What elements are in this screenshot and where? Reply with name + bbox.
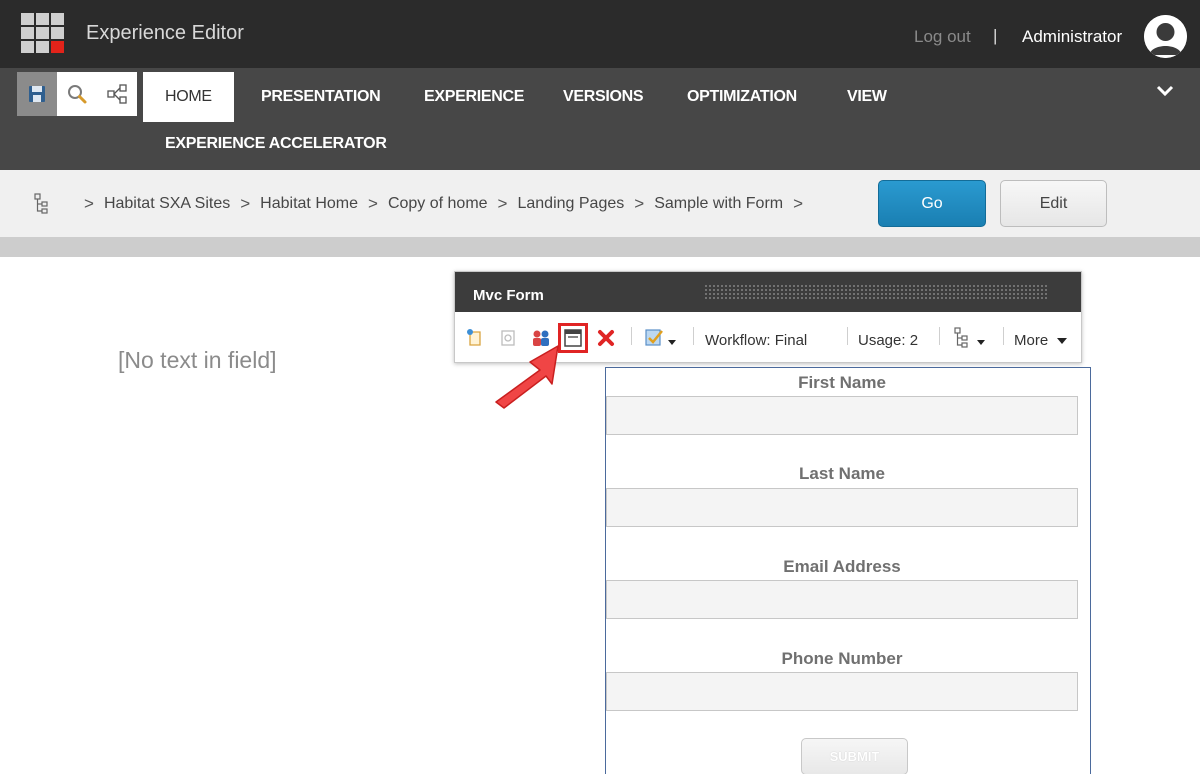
last-name-field[interactable]	[606, 488, 1078, 527]
breadcrumb-item[interactable]: Habitat SXA Sites	[104, 195, 230, 213]
tree-icon	[34, 193, 48, 214]
toolbar-divider	[847, 327, 848, 345]
delete-icon	[598, 330, 614, 346]
workflow-dropdown[interactable]	[644, 327, 678, 349]
sitecore-logo-icon[interactable]	[21, 13, 64, 53]
phone-field[interactable]	[606, 672, 1078, 711]
tab-presentation[interactable]: PRESENTATION	[261, 72, 381, 122]
avatar[interactable]	[1144, 15, 1187, 58]
go-button[interactable]: Go	[878, 180, 986, 227]
breadcrumb-separator[interactable]: >	[793, 194, 803, 214]
insert-button[interactable]	[464, 327, 486, 349]
app-title: Experience Editor	[86, 22, 244, 44]
quick-access-bar	[17, 72, 137, 116]
top-bar: Experience Editor Log out | Administrato…	[0, 0, 1200, 68]
collapse-ribbon-button[interactable]	[1156, 84, 1174, 103]
caret-down-icon	[1057, 338, 1068, 344]
breadcrumb-separator: >	[497, 194, 508, 213]
logout-link[interactable]: Log out	[914, 27, 971, 47]
page-frame-border	[0, 237, 1200, 257]
toolbar-divider	[939, 327, 940, 345]
rendering-name: Mvc Form	[473, 287, 544, 304]
tab-home[interactable]: HOME	[143, 72, 234, 122]
delete-button[interactable]	[595, 327, 617, 349]
breadcrumb-separator: >	[240, 194, 251, 213]
tab-experience-accelerator[interactable]: EXPERIENCE ACCELERATOR	[165, 122, 387, 166]
submit-button[interactable]: SUBMIT	[801, 738, 908, 774]
tab-experience[interactable]: EXPERIENCE	[424, 72, 524, 122]
tab-view[interactable]: VIEW	[847, 72, 887, 122]
breadcrumb-item[interactable]: Copy of home	[388, 195, 488, 213]
breadcrumb: > Habitat SXA Sites > Habitat Home > Cop…	[74, 194, 813, 214]
share-button[interactable]	[97, 72, 137, 116]
user-name[interactable]: Administrator	[1022, 27, 1122, 47]
breadcrumb-separator: >	[634, 194, 645, 213]
chevron-down-icon	[1156, 85, 1174, 97]
mvc-form: First Name Last Name Email Address Phone…	[605, 367, 1091, 774]
field-label-email: Email Address	[783, 557, 901, 576]
workflow-status: Workflow: Final	[705, 332, 808, 349]
insert-icon	[467, 329, 481, 346]
tree-button[interactable]	[33, 193, 49, 220]
toolbar-divider	[631, 327, 632, 345]
breadcrumb-bar: > Habitat SXA Sites > Habitat Home > Cop…	[0, 170, 1200, 237]
header-separator: |	[993, 26, 998, 45]
drag-handle[interactable]	[704, 284, 1049, 299]
first-name-field[interactable]	[606, 396, 1078, 435]
save-button[interactable]	[17, 72, 57, 116]
toolbar-divider	[693, 327, 694, 345]
tab-optimization[interactable]: OPTIMIZATION	[687, 72, 797, 122]
breadcrumb-item[interactable]: Landing Pages	[517, 195, 624, 213]
share-icon	[107, 84, 127, 104]
ribbon: HOME PRESENTATION EXPERIENCE VERSIONS OP…	[0, 68, 1200, 170]
more-label: More	[1014, 332, 1049, 349]
tab-versions[interactable]: VERSIONS	[563, 72, 644, 122]
empty-text-field[interactable]: [No text in field]	[118, 347, 277, 374]
tree-dropdown[interactable]	[953, 327, 987, 349]
field-label-first-name: First Name	[798, 373, 886, 392]
search-button[interactable]	[57, 72, 97, 116]
breadcrumb-separator: >	[368, 194, 378, 213]
callout-arrow-icon	[495, 345, 559, 409]
workflow-icon	[645, 329, 676, 346]
usage-count[interactable]: Usage: 2	[858, 332, 918, 349]
toolbar-divider	[1003, 327, 1004, 345]
breadcrumb-item[interactable]: Habitat Home	[260, 195, 358, 213]
breadcrumb-separator: >	[84, 194, 94, 213]
save-icon	[29, 86, 45, 102]
edit-button[interactable]: Edit	[1000, 180, 1107, 227]
email-field[interactable]	[606, 580, 1078, 619]
more-dropdown[interactable]: More	[1014, 332, 1068, 349]
search-icon	[68, 85, 87, 104]
field-label-phone: Phone Number	[781, 649, 903, 668]
tree-icon	[954, 327, 985, 348]
breadcrumb-item[interactable]: Sample with Form	[654, 195, 783, 213]
change-layout-icon	[564, 329, 582, 347]
rendering-toolbar-header[interactable]: Mvc Form	[455, 272, 1081, 312]
user-avatar-icon	[1144, 15, 1187, 58]
field-label-last-name: Last Name	[799, 464, 885, 483]
